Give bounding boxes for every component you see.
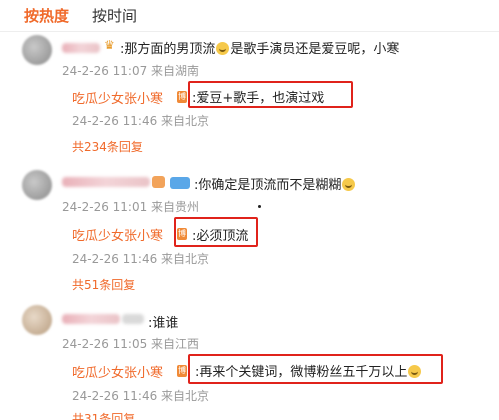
comment-meta: 24-2-26 11:07 来自湖南 — [62, 64, 200, 78]
comment-text: :你确定是顶流而不是糊糊 — [194, 174, 356, 193]
reply-count-link[interactable]: 共31条回复 — [72, 410, 135, 420]
emoji-icon — [408, 365, 422, 378]
vip-badge-icon: 博 — [177, 91, 187, 103]
reply-meta: 24-2-26 11:46 来自北京 — [72, 252, 210, 266]
avatar[interactable] — [22, 170, 52, 200]
comment-meta: 24-2-26 11:05 来自江西 — [62, 337, 200, 351]
comment-meta: 24-2-26 11:01 来自贵州 — [62, 200, 200, 214]
vip-badge-icon: 博 — [177, 365, 187, 377]
commenter-name-blurred[interactable] — [62, 43, 100, 53]
reply-meta: 24-2-26 11:46 来自北京 — [72, 389, 210, 403]
reply-meta: 24-2-26 11:46 来自北京 — [72, 114, 210, 128]
badge-blurred — [122, 314, 144, 324]
reply-count-link[interactable]: 共51条回复 — [72, 276, 135, 293]
reply-author-name[interactable]: 吃瓜少女张小寒 — [72, 88, 163, 107]
cursor-dot — [258, 205, 261, 208]
reply-text: :必须顶流 — [192, 229, 249, 244]
crown-icon: ♛ — [104, 38, 115, 52]
crying-emoji-icon — [342, 178, 356, 191]
commenter-name-blurred[interactable] — [62, 314, 120, 324]
tab-sort-by-hot[interactable]: 按热度 — [24, 5, 69, 26]
comment-text: :谁谁 — [148, 316, 179, 331]
avatar[interactable] — [22, 35, 52, 65]
reply-text: :再来个关键词，微博粉丝五千万以上 — [195, 361, 422, 380]
avatar[interactable] — [22, 305, 52, 335]
tab-sort-by-time[interactable]: 按时间 — [92, 5, 137, 26]
reply-author-name[interactable]: 吃瓜少女张小寒 — [72, 225, 163, 244]
commenter-name-blurred[interactable] — [62, 177, 150, 187]
reply-count-link[interactable]: 共234条回复 — [72, 138, 143, 155]
emoji-icon — [216, 42, 230, 55]
comment-text: :那方面的男顶流 是歌手演员还是爱豆呢，小寒 — [120, 42, 400, 57]
level-badge-icon — [152, 176, 165, 188]
reply-text: :爱豆+歌手，也演过戏 — [192, 91, 325, 106]
reply-author-name[interactable]: 吃瓜少女张小寒 — [72, 362, 163, 381]
member-badge-icon — [170, 177, 190, 189]
sort-tabs: 按热度 按时间 — [0, 0, 499, 32]
